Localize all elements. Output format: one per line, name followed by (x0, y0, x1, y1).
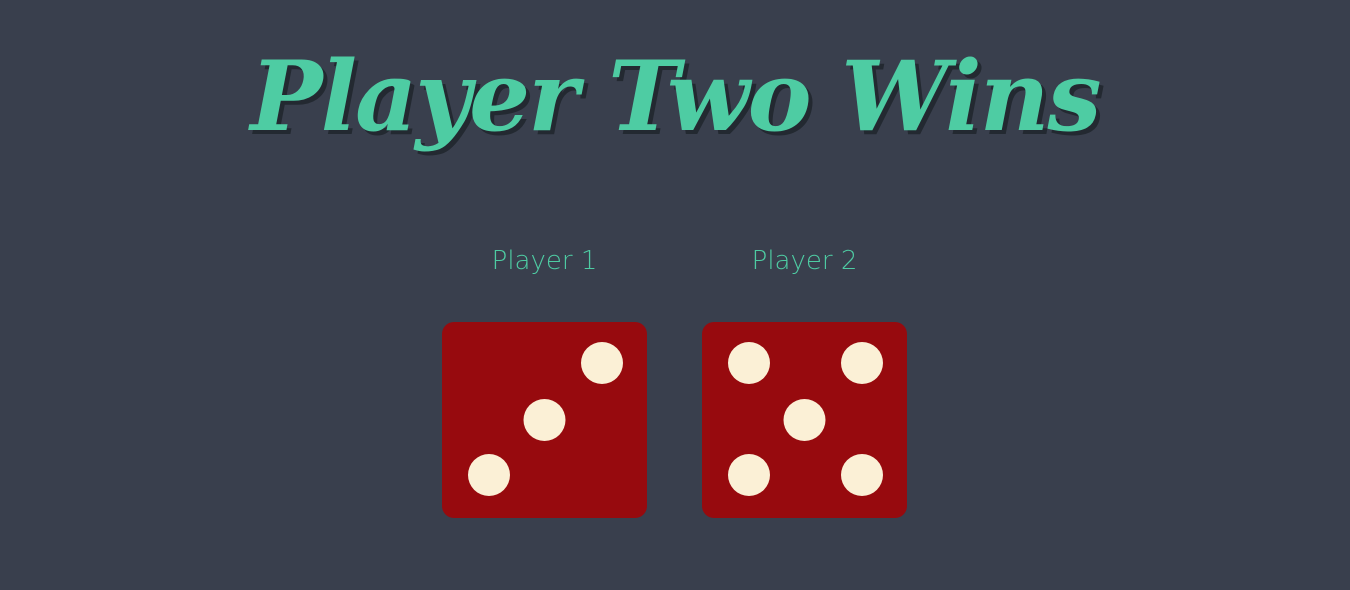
die-pip (581, 342, 623, 384)
player-one-panel: Player 1 (442, 236, 647, 518)
die-pip (783, 399, 826, 441)
player-one-label: Player 1 (491, 246, 598, 276)
die-pip (728, 454, 770, 496)
die-pip (523, 399, 566, 441)
player-two-dice-icon (702, 322, 907, 518)
die-pip (841, 454, 883, 496)
player-two-panel: Player 2 (702, 236, 907, 518)
game-page: Player Two Wins Player 1 Player 2 (0, 0, 1350, 590)
result-title: Player Two Wins (250, 40, 1101, 153)
die-pip (841, 342, 883, 384)
player-one-dice-icon (442, 322, 647, 518)
die-pip (468, 454, 510, 496)
player-two-label: Player 2 (751, 246, 858, 276)
die-pip (728, 342, 770, 384)
